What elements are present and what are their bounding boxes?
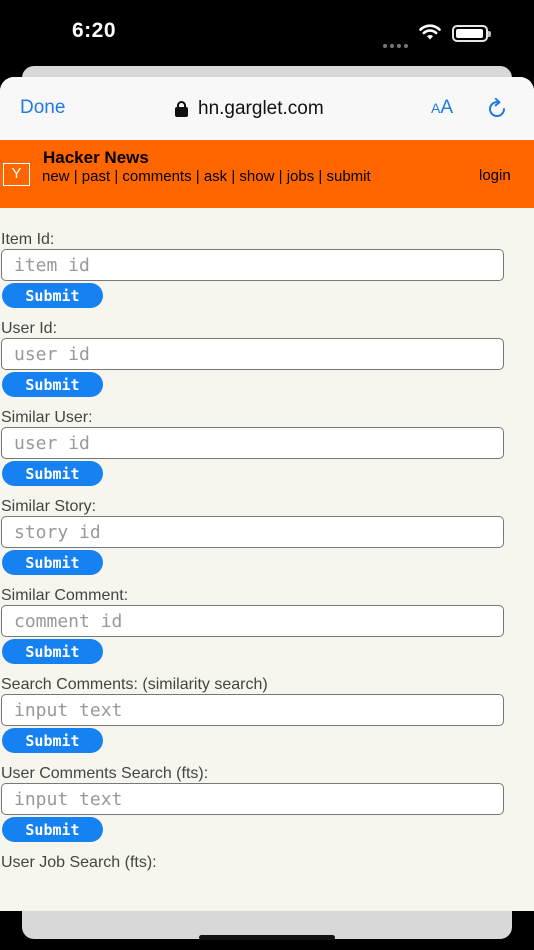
aa-big-letter: A bbox=[440, 97, 454, 118]
nav-separator: | bbox=[195, 168, 200, 185]
text-size-button[interactable]: AA bbox=[431, 97, 453, 119]
similar-user-label: Similar User: bbox=[1, 409, 93, 426]
item-id-input[interactable] bbox=[1, 249, 504, 281]
user-comments-search-submit-button[interactable]: Submit bbox=[2, 817, 103, 842]
cellular-signal-icon bbox=[383, 35, 411, 48]
url-bar: Done hn.garglet.com AA bbox=[0, 77, 534, 140]
hn-title[interactable]: Hacker News bbox=[43, 148, 149, 168]
item-id-submit-button[interactable]: Submit bbox=[2, 283, 103, 308]
nav-separator: | bbox=[278, 168, 283, 185]
nav-link-show[interactable]: show bbox=[239, 168, 274, 185]
search-comments-input[interactable] bbox=[1, 694, 504, 726]
similar-story-label: Similar Story: bbox=[1, 498, 97, 515]
browser-sheet: Done hn.garglet.com AA Y Hacker News new… bbox=[0, 77, 534, 911]
user-job-search-label: User Job Search (fts): bbox=[1, 854, 157, 871]
nav-link-submit[interactable]: submit bbox=[326, 168, 370, 185]
similar-user-submit-button[interactable]: Submit bbox=[2, 461, 103, 486]
similar-user-input[interactable] bbox=[1, 427, 504, 459]
url-text: hn.garglet.com bbox=[198, 98, 324, 119]
nav-link-comments[interactable]: comments bbox=[122, 168, 191, 185]
lock-icon bbox=[175, 101, 188, 117]
similar-story-submit-button[interactable]: Submit bbox=[2, 550, 103, 575]
login-link[interactable]: login bbox=[479, 167, 511, 184]
hn-header: Y Hacker News new | past | comments | as… bbox=[0, 140, 534, 208]
wifi-icon bbox=[419, 24, 441, 40]
home-indicator[interactable] bbox=[199, 935, 335, 940]
user-id-submit-button[interactable]: Submit bbox=[2, 372, 103, 397]
user-id-label: User Id: bbox=[1, 320, 58, 337]
hn-logo[interactable]: Y bbox=[3, 163, 30, 186]
nav-separator: | bbox=[318, 168, 323, 185]
nav-separator: | bbox=[231, 168, 236, 185]
nav-separator: | bbox=[73, 168, 78, 185]
search-comments-submit-button[interactable]: Submit bbox=[2, 728, 103, 753]
nav-link-new[interactable]: new bbox=[42, 168, 70, 185]
search-comments-label: Search Comments: (similarity search) bbox=[1, 676, 268, 693]
similar-comment-submit-button[interactable]: Submit bbox=[2, 639, 103, 664]
user-id-input[interactable] bbox=[1, 338, 504, 370]
nav-link-jobs[interactable]: jobs bbox=[287, 168, 315, 185]
done-button[interactable]: Done bbox=[20, 97, 65, 119]
status-bar: 6:20 bbox=[0, 0, 534, 66]
address-field[interactable]: hn.garglet.com bbox=[175, 96, 324, 122]
user-comments-search-input[interactable] bbox=[1, 783, 504, 815]
similar-comment-input[interactable] bbox=[1, 605, 504, 637]
nav-link-ask[interactable]: ask bbox=[204, 168, 227, 185]
battery-icon bbox=[452, 25, 491, 42]
bottom-area bbox=[0, 911, 534, 950]
reload-icon[interactable] bbox=[485, 97, 509, 121]
hn-nav: new | past | comments | ask | show | job… bbox=[42, 168, 432, 186]
similar-comment-label: Similar Comment: bbox=[1, 587, 129, 604]
nav-link-past[interactable]: past bbox=[82, 168, 110, 185]
item-id-label: Item Id: bbox=[1, 231, 55, 248]
similar-story-input[interactable] bbox=[1, 516, 504, 548]
status-time: 6:20 bbox=[72, 19, 117, 42]
nav-separator: | bbox=[114, 168, 119, 185]
user-comments-search-label: User Comments Search (fts): bbox=[1, 765, 209, 782]
aa-small-letter: A bbox=[431, 100, 441, 116]
